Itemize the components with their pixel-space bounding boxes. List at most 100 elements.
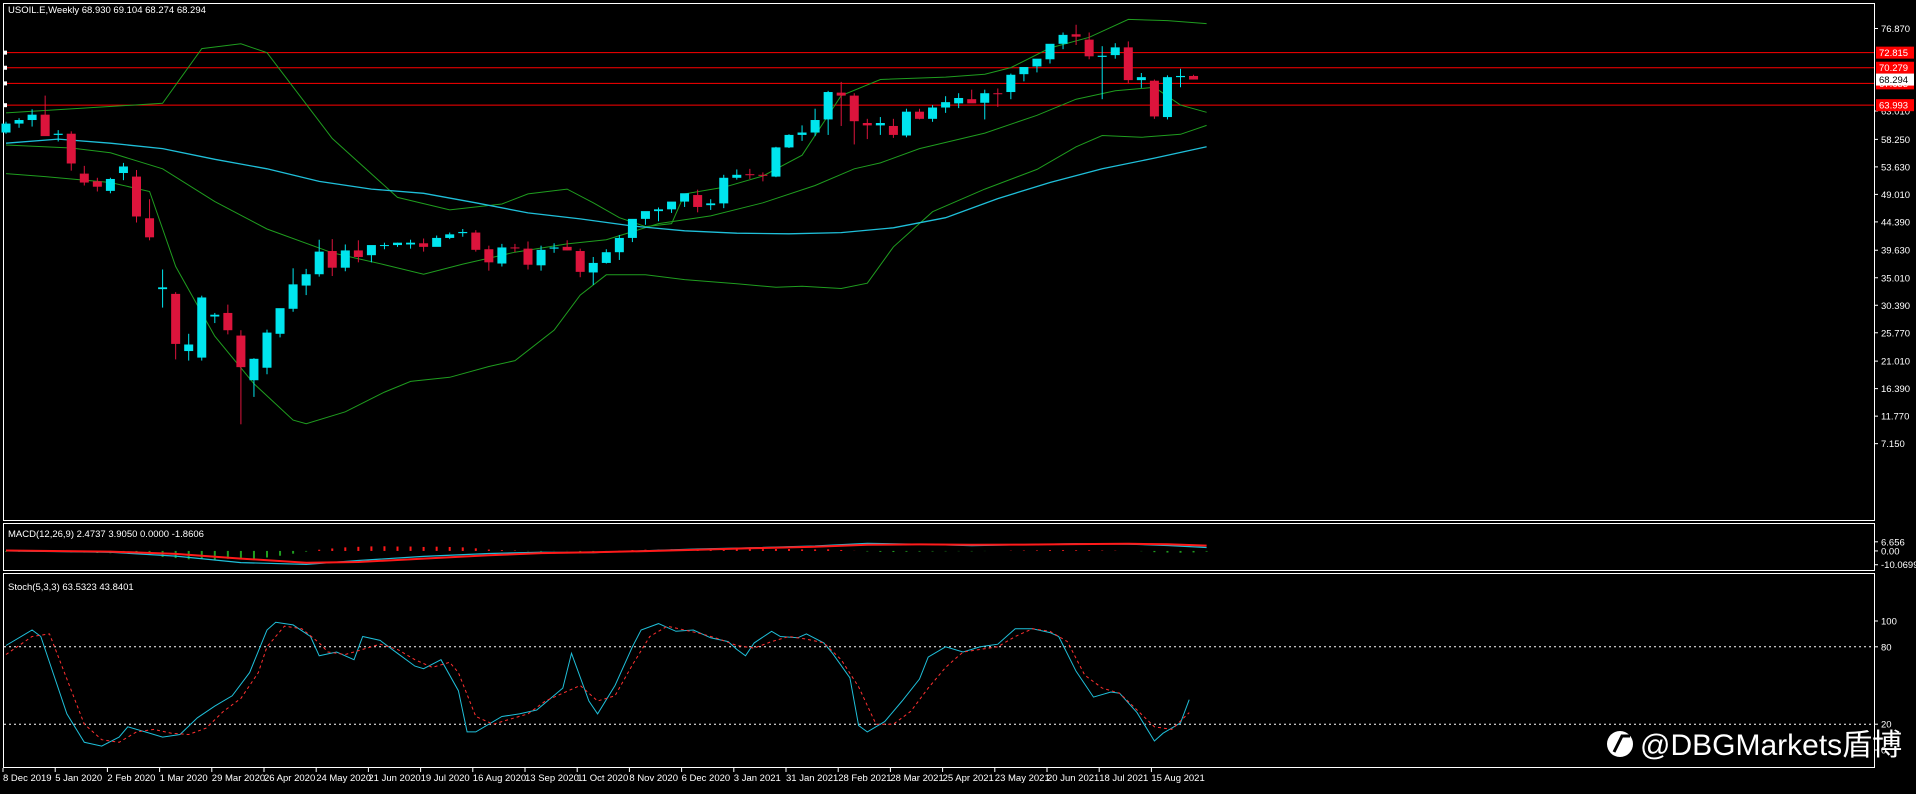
date-tick-label: 5 Jan 2020 <box>55 773 102 784</box>
candle <box>210 312 220 324</box>
stoch-main-line <box>5 621 1190 747</box>
candle-body <box>1136 77 1146 81</box>
date-tick-label: 8 Dec 2019 <box>3 773 52 784</box>
level-price-label: 70.279 <box>1879 63 1908 74</box>
candle <box>197 295 207 361</box>
candle-body <box>1149 80 1159 117</box>
price-tick-label: 7.150 <box>1881 439 1905 450</box>
candle-body <box>888 125 898 135</box>
candle <box>901 108 911 138</box>
candle <box>458 228 468 237</box>
date-tick-label: 19 Jul 2020 <box>421 773 470 784</box>
level-handle-3[interactable] <box>3 103 7 108</box>
trading-chart[interactable]: 76.87063.01058.25053.63049.01044.39039.6… <box>0 0 1916 789</box>
candle-body <box>719 177 729 204</box>
watermark-text: @DBGMarkets盾博 <box>1640 729 1902 762</box>
macd-tick-label: 0.00 <box>1881 546 1900 557</box>
candle-body <box>941 102 951 108</box>
date-tick-label: 21 Jun 2020 <box>368 773 420 784</box>
date-tick-label: 11 Oct 2020 <box>577 773 628 784</box>
candle <box>1006 73 1016 100</box>
date-tick-label: 2 Feb 2020 <box>107 773 155 784</box>
candle-body <box>27 114 37 121</box>
date-tick-label: 15 Aug 2021 <box>1151 773 1204 784</box>
candlesticks <box>1 24 1199 425</box>
candle-body <box>706 203 716 206</box>
candle <box>145 199 155 241</box>
candle-body <box>627 218 637 238</box>
candle-body <box>823 92 833 120</box>
candle-body <box>967 99 977 104</box>
candle-body <box>249 358 259 381</box>
candle <box>1189 74 1199 80</box>
level-handle-0[interactable] <box>3 50 7 55</box>
candle-body <box>210 314 220 317</box>
candle <box>510 243 520 253</box>
candle-body <box>654 209 663 212</box>
candle <box>379 242 389 250</box>
candle-body <box>1006 74 1016 93</box>
horizontal-levels[interactable] <box>3 50 1874 108</box>
price-tick-label: 53.630 <box>1881 162 1910 173</box>
candle <box>497 243 507 267</box>
candle-body <box>510 247 520 249</box>
date-tick-label: 18 Jul 2021 <box>1099 773 1148 784</box>
candle-body <box>640 211 650 219</box>
stoch-panel-frame <box>3 573 1875 768</box>
date-tick-label: 28 Feb 2021 <box>838 773 891 784</box>
candle-body <box>601 252 611 263</box>
candle <box>797 125 807 141</box>
price-tick-label: 21.010 <box>1881 357 1910 368</box>
candle <box>184 333 194 361</box>
candle <box>1084 32 1094 60</box>
price-tick-label: 11.770 <box>1881 412 1909 423</box>
candle-body <box>66 133 76 164</box>
date-tick-label: 1 Mar 2020 <box>160 773 208 784</box>
candle <box>784 134 794 149</box>
candle <box>393 242 402 247</box>
candle-body <box>105 178 115 191</box>
candle-body <box>836 92 846 96</box>
candle <box>1149 79 1159 119</box>
candle <box>314 239 324 277</box>
candle-body <box>1084 39 1094 57</box>
candle-body <box>1097 55 1107 57</box>
candle-body <box>223 312 233 331</box>
candle <box>275 308 285 338</box>
candle <box>262 329 272 375</box>
macd-tick-label: -10.0699 <box>1881 560 1916 571</box>
candle <box>1019 67 1029 82</box>
candle-body <box>667 201 677 210</box>
axes: 76.87063.01058.25053.63049.01044.39039.6… <box>2 24 1916 784</box>
bollinger-bands <box>5 18 1207 425</box>
stoch-signal-line <box>5 625 1190 743</box>
candle-body <box>158 287 168 290</box>
level-handle-1[interactable] <box>3 65 7 70</box>
candle <box>915 108 924 120</box>
date-tick-label: 31 Jan 2021 <box>786 773 838 784</box>
candle <box>810 108 820 137</box>
candle <box>366 245 376 263</box>
candle <box>771 146 781 178</box>
candle-body <box>732 174 742 178</box>
level-handle-2[interactable] <box>3 81 7 86</box>
candle-body <box>549 247 559 249</box>
candle-body <box>680 193 690 202</box>
date-tick-label: 29 Mar 2020 <box>212 773 265 784</box>
chart-window[interactable]: 76.870 63.010 58.250 53.630 49.010 44.390 39.6… <box>0 0 1916 789</box>
candle <box>118 162 128 181</box>
candle <box>654 207 663 222</box>
candle-body <box>928 107 938 119</box>
price-tick-label: 16.390 <box>1881 384 1910 395</box>
dbg-logo-icon <box>1607 731 1633 757</box>
level-price-label: 63.993 <box>1879 101 1908 112</box>
candle-body <box>1162 77 1172 118</box>
candle-body <box>353 250 363 257</box>
candle-body <box>327 251 337 268</box>
candle-body <box>288 284 298 309</box>
candle-body <box>915 111 924 119</box>
candle <box>693 189 703 213</box>
candle-body <box>171 293 181 344</box>
candle-body <box>419 243 429 247</box>
candle <box>236 330 246 425</box>
